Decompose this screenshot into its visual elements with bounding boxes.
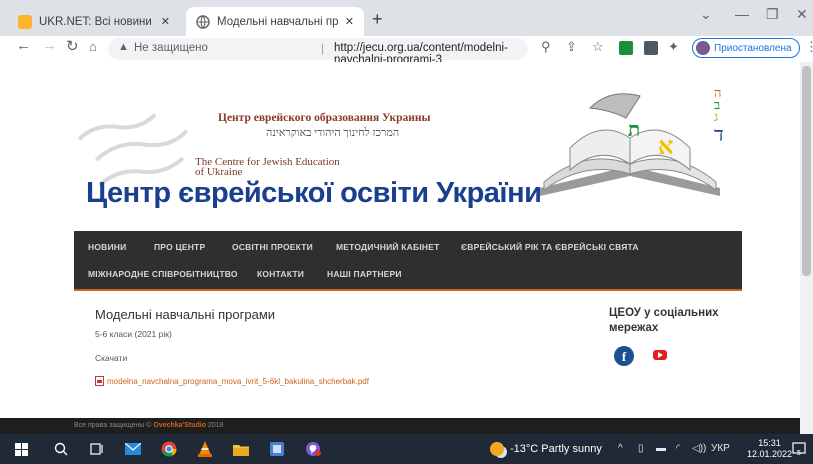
scrollbar-thumb[interactable] bbox=[802, 66, 811, 276]
profile-button[interactable]: Приостановлена bbox=[692, 38, 800, 58]
nav-item-methodology[interactable]: МЕТОДИЧНИЙ КАБІНЕТ bbox=[336, 242, 439, 252]
site-title[interactable]: Центр єврейської освіти України bbox=[86, 177, 542, 210]
social-heading: ЦЕОУ у соціальних мережах bbox=[609, 307, 719, 334]
extension-gray-icon[interactable] bbox=[644, 41, 658, 55]
nav-item-contacts[interactable]: КОНТАКТИ bbox=[257, 269, 304, 279]
minimize-button[interactable]: — bbox=[735, 6, 749, 22]
page-title: Модельні навчальні програми bbox=[95, 307, 276, 322]
download-label: Скачати bbox=[95, 353, 128, 363]
address-divider: | bbox=[321, 41, 325, 55]
youtube-icon[interactable] bbox=[651, 348, 669, 362]
nav-item-international[interactable]: МІЖНАРОДНЕ СПІВРОБІТНИЦТВО bbox=[88, 269, 238, 279]
pdf-download-link[interactable]: modelna_navchalna_programa_mova_ivrit_5-… bbox=[95, 376, 369, 386]
site-header: Центр еврейского образования Украины המר… bbox=[74, 70, 742, 235]
org-name-hebrew: המרכז לחינוך היהודי באוקראינה bbox=[266, 127, 400, 139]
nav-item-projects[interactable]: ОСВІТНІ ПРОЕКТИ bbox=[232, 242, 313, 252]
nav-item-about[interactable]: ПРО ЦЕНТР bbox=[154, 242, 205, 252]
restore-button[interactable]: ❐ bbox=[766, 6, 779, 23]
tab-title: Модельні навчальні програми bbox=[217, 15, 339, 28]
tab-ukr-net[interactable]: UKR.NET: Всі новини України, ос ✕ bbox=[8, 7, 180, 36]
extension-green-icon[interactable] bbox=[619, 41, 633, 55]
share-icon[interactable]: ⇪ bbox=[566, 39, 577, 55]
close-tab-icon[interactable]: ✕ bbox=[161, 15, 170, 28]
chrome-icon[interactable] bbox=[160, 440, 178, 458]
profile-status-label: Приостановлена bbox=[714, 42, 792, 54]
warning-triangle-icon[interactable]: ▲ bbox=[118, 41, 129, 53]
web-page: Центр еврейского образования Украины המר… bbox=[0, 62, 813, 434]
hebrew-letter: ד bbox=[714, 122, 724, 146]
windows-taskbar: -13°C Partly sunny ^ ▯ ▬ ◜ ◁)) УКР 15:31… bbox=[0, 434, 813, 464]
task-view-icon[interactable] bbox=[88, 440, 106, 458]
security-status[interactable]: Не защищено bbox=[134, 42, 208, 54]
notepad-app-icon[interactable] bbox=[268, 440, 286, 458]
file-explorer-icon[interactable] bbox=[232, 440, 250, 458]
reload-icon[interactable]: ↻ bbox=[66, 37, 79, 55]
browser-tab-strip: UKR.NET: Всі новини України, ос ✕ Модель… bbox=[0, 0, 813, 36]
pdf-file-icon bbox=[95, 376, 104, 386]
input-language[interactable]: УКР bbox=[711, 443, 730, 454]
new-tab-button[interactable]: + bbox=[372, 9, 383, 30]
weather-text: -13°C Partly sunny bbox=[510, 443, 602, 455]
book-letter-aleph: א bbox=[658, 131, 673, 160]
close-tab-icon[interactable]: ✕ bbox=[345, 15, 354, 28]
tab-modelni-programy[interactable]: Модельні навчальні програми ✕ bbox=[186, 7, 364, 36]
viber-icon[interactable] bbox=[304, 440, 322, 458]
copyright-text: Все права защищены © Ovechka'Studio 2018 bbox=[74, 422, 224, 429]
main-navigation: НОВИНИ ПРО ЦЕНТР ОСВІТНІ ПРОЕКТИ МЕТОДИЧ… bbox=[74, 231, 742, 291]
forward-arrow-icon[interactable]: → bbox=[42, 37, 57, 54]
globe-icon bbox=[196, 14, 210, 29]
clock-time: 15:31 bbox=[758, 438, 781, 448]
windows-start-icon[interactable] bbox=[12, 440, 30, 458]
partly-sunny-icon bbox=[490, 442, 504, 456]
browser-menu-icon[interactable]: ⋮ bbox=[805, 39, 813, 55]
studio-link[interactable]: Ovechka'Studio bbox=[153, 422, 206, 429]
page-scrollbar[interactable] bbox=[800, 62, 813, 434]
tray-expand-chevron-icon[interactable]: ^ bbox=[618, 443, 623, 454]
clock-date: 12.01.2022 bbox=[747, 449, 793, 459]
mail-app-icon[interactable] bbox=[124, 440, 142, 458]
tray-chat-icon[interactable]: ▬ bbox=[656, 443, 666, 454]
nav-item-jewish-year[interactable]: ЄВРЕЙСЬКИЙ РІК ТА ЄВРЕЙСЬКІ СВЯТА bbox=[461, 242, 639, 252]
hebrew-letters-decoration: ה ב ג ד bbox=[714, 87, 724, 146]
notifications-icon[interactable]: 5 bbox=[792, 442, 806, 456]
address-bar[interactable]: ▲ Не защищено | http://jecu.org.ua/conte… bbox=[108, 38, 528, 66]
notification-count: 5 bbox=[797, 449, 801, 456]
open-book-logo-icon: ת א bbox=[540, 93, 720, 196]
copyright-year: 2018 bbox=[207, 422, 224, 429]
nav-item-partners[interactable]: НАШІ ПАРТНЕРИ bbox=[327, 269, 402, 279]
taskbar-clock[interactable]: 15:31 12.01.2022 bbox=[747, 438, 792, 460]
tray-device-icon[interactable]: ▯ bbox=[638, 443, 644, 454]
copyright-prefix: Все права защищены © bbox=[74, 422, 152, 429]
page-subtitle: 5-6 класи (2021 рік) bbox=[95, 329, 172, 339]
extensions-puzzle-icon[interactable]: ✦ bbox=[668, 39, 679, 55]
tab-title: UKR.NET: Всі новини України, ос bbox=[39, 15, 155, 28]
weather-widget[interactable]: -13°C Partly sunny bbox=[490, 442, 602, 456]
book-letter-tav: ת bbox=[628, 117, 640, 141]
close-window-button[interactable]: ✕ bbox=[796, 6, 808, 23]
vlc-icon[interactable] bbox=[196, 440, 214, 458]
wifi-icon[interactable]: ◜ bbox=[676, 443, 680, 454]
avatar bbox=[696, 41, 710, 55]
zoom-search-icon[interactable]: ⚲ bbox=[541, 39, 551, 55]
volume-icon[interactable]: ◁)) bbox=[692, 443, 706, 454]
nav-item-news[interactable]: НОВИНИ bbox=[88, 242, 126, 252]
search-icon[interactable] bbox=[52, 440, 70, 458]
pdf-link-text[interactable]: modelna_navchalna_programa_mova_ivrit_5-… bbox=[107, 377, 369, 386]
facebook-icon[interactable]: f bbox=[614, 346, 634, 366]
bookmark-star-icon[interactable]: ☆ bbox=[592, 39, 604, 55]
site-footer: Все права защищены © Ovechka'Studio 2018 bbox=[0, 418, 800, 434]
back-arrow-icon[interactable]: ← bbox=[16, 37, 31, 54]
browser-toolbar: ← → ↻ ⌂ ▲ Не защищено | http://jecu.org.… bbox=[0, 36, 813, 66]
home-icon[interactable]: ⌂ bbox=[89, 39, 97, 54]
tab-search-chevron-icon[interactable]: ⌄ bbox=[700, 6, 712, 23]
org-name-russian: Центр еврейского образования Украины bbox=[218, 112, 431, 124]
ukr-net-favicon-icon bbox=[18, 14, 32, 29]
